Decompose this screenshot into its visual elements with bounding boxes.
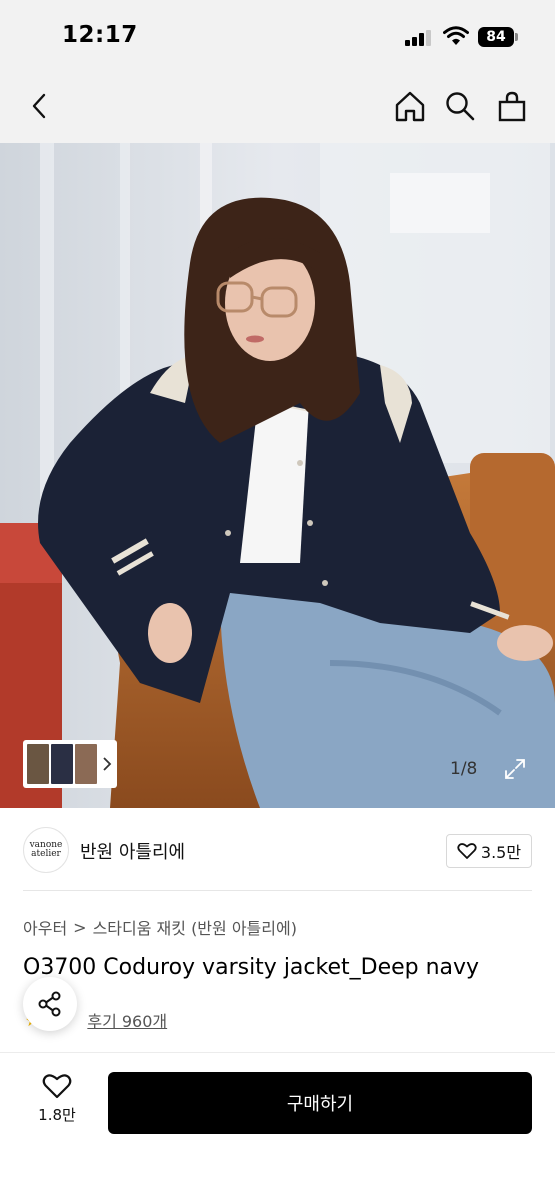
breadcrumb-separator: >: [73, 917, 87, 937]
status-time: 12:17: [62, 22, 138, 48]
signal-icon: [405, 30, 431, 46]
search-icon: [446, 92, 475, 121]
share-icon: [38, 991, 61, 1017]
heart-icon: [457, 843, 477, 859]
breadcrumb-subcategory[interactable]: 스타디움 재킷 (반원 아틀리에): [93, 915, 297, 939]
home-icon: [395, 91, 425, 122]
wishlist-button[interactable]: 1.8만: [30, 1072, 84, 1134]
image-counter: 1/8: [450, 759, 478, 779]
thumbnail-strip[interactable]: [23, 740, 117, 788]
review-link[interactable]: 후기 960개: [87, 1008, 167, 1032]
product-photo: [0, 143, 555, 808]
divider: [23, 890, 532, 891]
home-button[interactable]: [390, 86, 430, 126]
battery-nub: [515, 33, 518, 41]
chevron-left-icon: [32, 93, 46, 119]
store-like-count: 3.5만: [480, 843, 522, 862]
product-image[interactable]: 1/8: [0, 143, 555, 808]
store-like-button[interactable]: 3.5만: [446, 834, 532, 868]
search-button[interactable]: [440, 86, 480, 126]
chevron-right-icon: [103, 757, 112, 771]
store-logo[interactable]: vanone atelier: [23, 827, 69, 873]
heart-icon: [42, 1074, 72, 1099]
bottom-bar-divider: [0, 1052, 555, 1053]
cart-button[interactable]: [492, 86, 532, 126]
thumbnail[interactable]: [27, 744, 49, 784]
store-row[interactable]: vanone atelier 반원 아틀리에 3.5만: [0, 808, 555, 892]
store-logo-text: atelier: [31, 849, 61, 859]
buy-button[interactable]: 구매하기: [108, 1072, 532, 1134]
shopping-bag-icon: [498, 91, 526, 122]
product-title: O3700 Coduroy varsity jacket_Deep navy: [23, 955, 480, 980]
expand-icon[interactable]: [503, 757, 527, 781]
status-bar: 12:17 84: [0, 0, 555, 70]
nav-bar: [0, 70, 555, 143]
wifi-icon: [443, 26, 469, 45]
store-name[interactable]: 반원 아틀리에: [80, 838, 185, 864]
thumbnail[interactable]: [75, 744, 97, 784]
share-button[interactable]: [23, 977, 77, 1031]
thumbnail[interactable]: [51, 744, 73, 784]
wishlist-count: 1.8만: [38, 1106, 76, 1124]
breadcrumb-category[interactable]: 아우터: [23, 915, 67, 939]
breadcrumb: 아우터 > 스타디움 재킷 (반원 아틀리에): [23, 915, 297, 939]
battery-indicator: 84: [478, 27, 514, 47]
back-button[interactable]: [20, 86, 60, 126]
